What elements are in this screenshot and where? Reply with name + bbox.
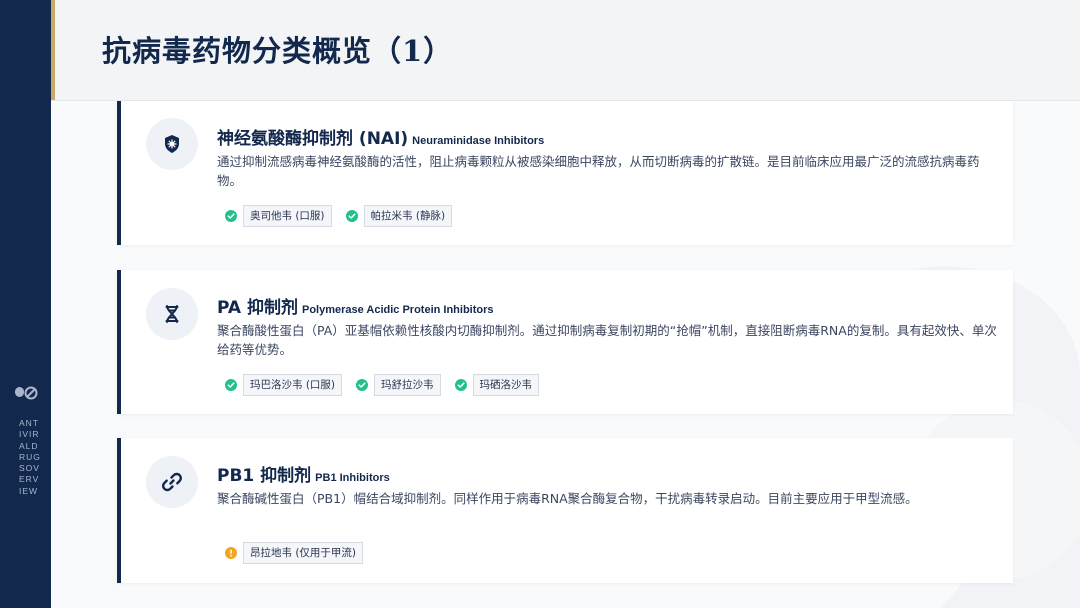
drug-tag: 帕拉米韦 (静脉) bbox=[345, 205, 453, 227]
check-circle-icon bbox=[225, 210, 237, 222]
drug-tag: 奥司他韦 (口服) bbox=[225, 205, 332, 227]
page-title: 抗病毒药物分类概览（1） bbox=[102, 34, 454, 68]
card-title-subtitle: PB1 Inhibitors bbox=[315, 472, 390, 484]
drug-tag: 玛巴洛沙韦 (口服) bbox=[225, 374, 343, 396]
dna-icon bbox=[165, 305, 179, 323]
card-title: 神经氨酸酶抑制剂 (NAI) Neuraminidase Inhibitors bbox=[217, 122, 544, 150]
card-description: 通过抑制流感病毒神经氨酸酶的活性，阻止病毒颗粒从被感染细胞中释放，从而切断病毒的… bbox=[217, 154, 980, 188]
drug-tag-list: 奥司他韦 (口服) 帕拉米韦 (静脉) bbox=[225, 205, 453, 227]
drug-tag: 玛舒拉沙韦 bbox=[356, 374, 441, 396]
card-icon-badge bbox=[146, 118, 198, 170]
drug-tag-list: 玛巴洛沙韦 (口服) 玛舒拉沙韦 玛硒洛沙韦 bbox=[225, 374, 540, 396]
card-title-subtitle: Polymerase Acidic Protein Inhibitors bbox=[301, 304, 494, 316]
drug-tag-label: 奥司他韦 (口服) bbox=[243, 205, 332, 227]
card-title: PB1 抑制剂 PB1 Inhibitors bbox=[217, 459, 390, 487]
card-description: 聚合酶酸性蛋白（PA）亚基帽依赖性核酸内切酶抑制剂。通过抑制病毒复制初期的“抢帽… bbox=[217, 323, 997, 357]
warning-circle-icon bbox=[225, 547, 237, 559]
drug-tag: 昂拉地韦 (仅用于甲流) bbox=[225, 542, 364, 564]
shield-virus-icon bbox=[165, 135, 179, 153]
card-title: PA 抑制剂 Polymerase Acidic Protein Inhibito… bbox=[217, 291, 494, 319]
check-circle-icon bbox=[454, 379, 467, 391]
drug-class-card-nai: 神经氨酸酶抑制剂 (NAI) Neuraminidase Inhibitors 通… bbox=[117, 101, 1013, 245]
drug-tag: 玛硒洛沙韦 bbox=[454, 374, 540, 396]
side-rail: ANTIVIRALDRUGSOVERVIEW bbox=[0, 0, 51, 608]
link-icon bbox=[162, 472, 182, 492]
card-title-main: 神经氨酸酶抑制剂 (NAI) bbox=[217, 129, 409, 149]
card-title-subtitle: Neuraminidase Inhibitors bbox=[412, 135, 545, 147]
drug-tag-label: 玛硒洛沙韦 bbox=[472, 374, 540, 396]
card-title-main: PA 抑制剂 bbox=[217, 298, 298, 318]
check-circle-icon bbox=[345, 210, 358, 222]
drug-tag-list: 昂拉地韦 (仅用于甲流) bbox=[225, 542, 364, 564]
drug-tag-label: 帕拉米韦 (静脉) bbox=[363, 205, 453, 227]
rail-vertical-label: ANTIVIRALDRUGSOVERVIEW bbox=[19, 418, 41, 496]
drug-tag-label: 玛巴洛沙韦 (口服) bbox=[243, 374, 343, 396]
check-circle-icon bbox=[225, 379, 237, 391]
pill-capsule-icon bbox=[15, 386, 38, 400]
card-icon-badge bbox=[146, 456, 198, 508]
drug-tag-label: 玛舒拉沙韦 bbox=[374, 374, 441, 396]
header-accent bbox=[51, 0, 55, 100]
card-icon-badge bbox=[146, 288, 198, 340]
drug-class-card-pa: PA 抑制剂 Polymerase Acidic Protein Inhibito… bbox=[117, 270, 1013, 414]
drug-tag-label: 昂拉地韦 (仅用于甲流) bbox=[243, 542, 364, 564]
card-description: 聚合酶碱性蛋白（PB1）帽结合域抑制剂。同样作用于病毒RNA聚合酶复合物，干扰病… bbox=[217, 491, 918, 506]
drug-class-card-pb1: PB1 抑制剂 PB1 Inhibitors 聚合酶碱性蛋白（PB1）帽结合域抑制… bbox=[117, 438, 1013, 583]
check-circle-icon bbox=[356, 379, 369, 391]
card-title-main: PB1 抑制剂 bbox=[217, 466, 312, 486]
rail-vertical-text: ANTIVIRALDRUGSOVERVIEW bbox=[0, 418, 51, 497]
